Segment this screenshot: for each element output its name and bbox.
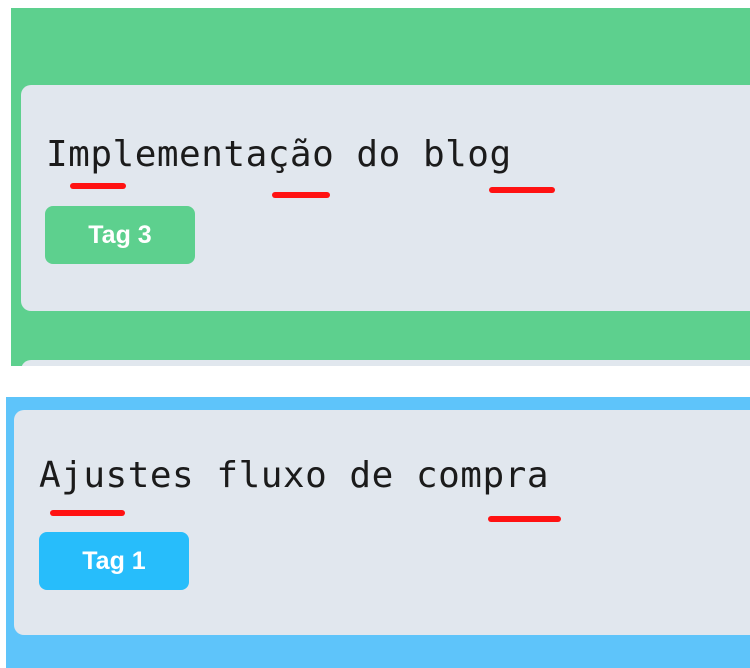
task-card[interactable]: Implementação do blog Tag 3 xyxy=(21,85,750,311)
task-card-title: Implementação do blog xyxy=(46,134,512,175)
annotation-underline xyxy=(488,516,561,522)
annotation-underline xyxy=(70,183,126,189)
annotation-underline xyxy=(272,192,330,198)
task-card-next[interactable] xyxy=(21,360,750,366)
annotation-underline xyxy=(489,187,555,193)
task-tag[interactable]: Tag 1 xyxy=(39,532,189,590)
task-card[interactable]: Ajustes fluxo de compra Tag 1 xyxy=(14,410,750,635)
annotation-underline xyxy=(50,510,125,516)
board-column-blue: Ajustes fluxo de compra Tag 1 xyxy=(6,397,750,668)
task-tag[interactable]: Tag 3 xyxy=(45,206,195,264)
task-card-title: Ajustes fluxo de compra xyxy=(39,455,549,496)
